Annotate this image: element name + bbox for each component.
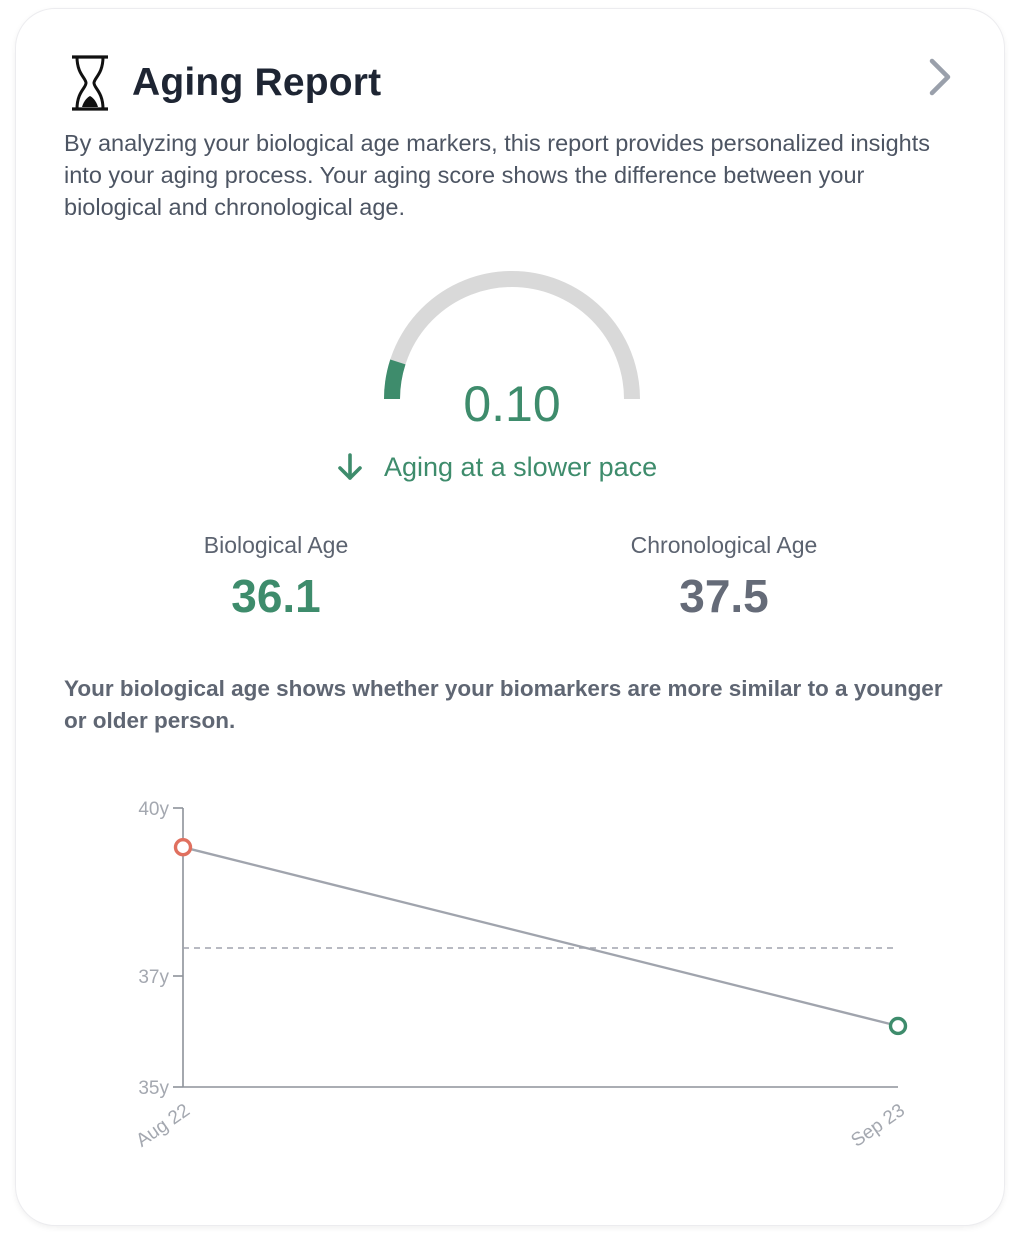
aging-pace-indicator: Aging at a slower pace bbox=[334, 445, 657, 489]
biological-age-value: 36.1 bbox=[231, 570, 321, 622]
biological-age-note: Your biological age shows whether your b… bbox=[64, 676, 943, 733]
card-title: Aging Report bbox=[132, 61, 382, 104]
biological-age-label: Biological Age bbox=[203, 532, 349, 558]
report-description: By analyzing your biological age markers… bbox=[64, 130, 931, 220]
chevron-right-icon[interactable] bbox=[922, 55, 958, 99]
chronological-age-label: Chronological Age bbox=[630, 532, 818, 558]
hourglass-icon bbox=[72, 55, 108, 111]
card-header: Aging Report bbox=[64, 53, 381, 113]
chronological-age-stat: Chronological Age 37.5 bbox=[564, 529, 884, 625]
aging-report-card: Aging Report By analyzing your biologica… bbox=[15, 8, 1005, 1226]
aging-pace-text: Aging at a slower pace bbox=[384, 451, 658, 482]
arrow-down-icon bbox=[338, 453, 362, 480]
aging-score-value: 0.10 bbox=[463, 376, 561, 432]
chronological-age-value: 37.5 bbox=[679, 570, 769, 622]
biological-age-stat: Biological Age 36.1 bbox=[116, 529, 436, 625]
